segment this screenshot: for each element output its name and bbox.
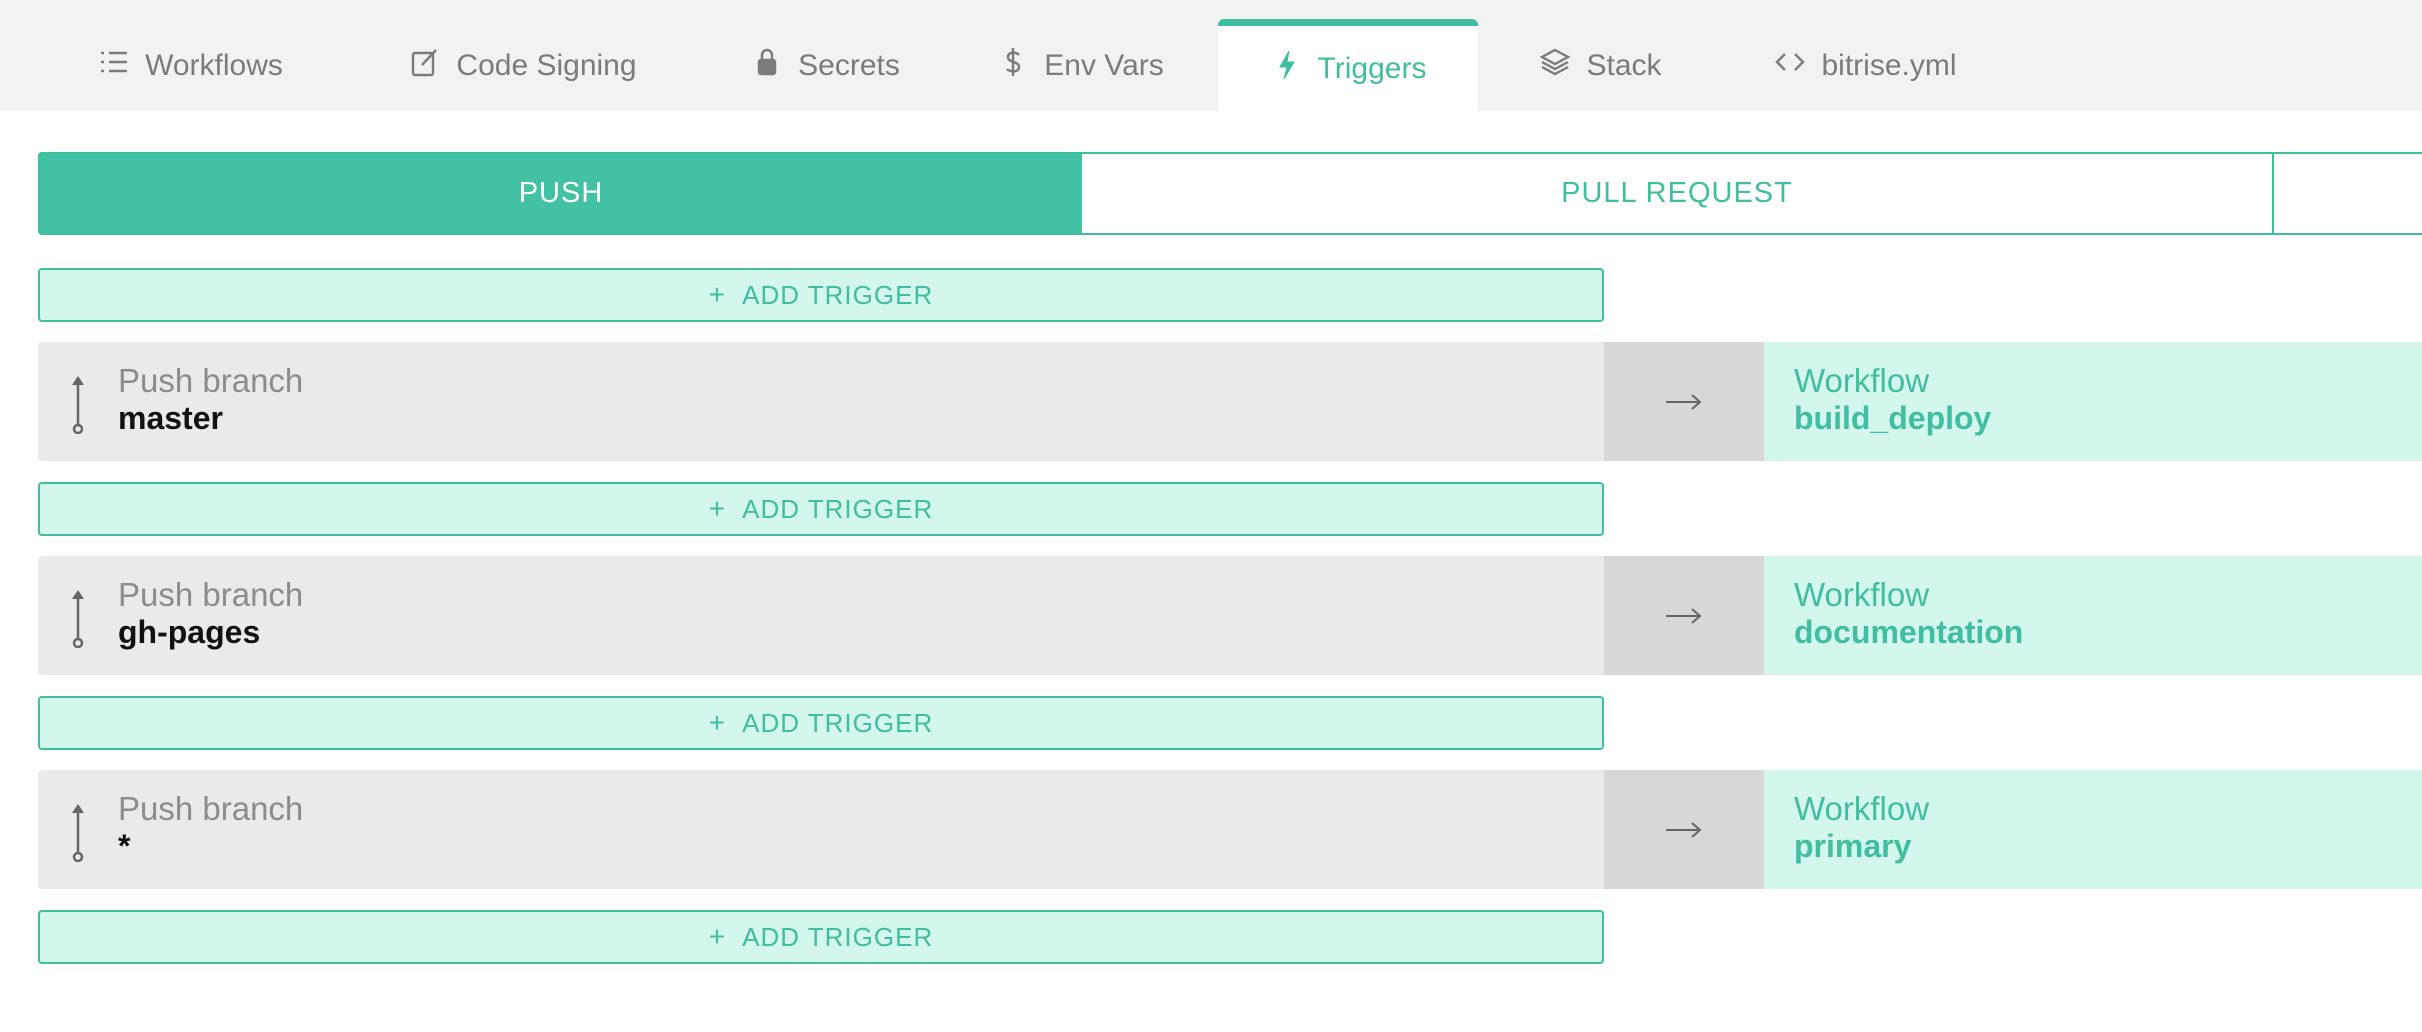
- add-trigger-label: ADD TRIGGER: [742, 493, 934, 524]
- add-trigger-label: ADD TRIGGER: [742, 921, 934, 952]
- plus-icon: +: [708, 707, 727, 738]
- arrow-cell: [1604, 556, 1764, 675]
- trigger-type-segmented-control: PUSH PULL REQUEST: [38, 152, 2422, 235]
- trigger-row: Push branch * Workflow primary: [38, 770, 2422, 889]
- arrow-cell: [1604, 342, 1764, 461]
- tab-label: Env Vars: [1044, 48, 1164, 82]
- plus-icon: +: [708, 921, 727, 952]
- tab-label: Secrets: [798, 48, 900, 82]
- tab-env-vars[interactable]: Env Vars: [990, 20, 1170, 111]
- lightning-icon: [1270, 48, 1304, 90]
- tab-triggers[interactable]: Triggers: [1218, 19, 1478, 111]
- trigger-target-workflow[interactable]: Workflow build_deploy: [1764, 342, 2422, 461]
- trigger-type-label: Push branch: [118, 576, 304, 613]
- code-icon: [1773, 45, 1807, 87]
- layers-icon: [1538, 45, 1572, 87]
- workflow-label: Workflow: [1794, 790, 1930, 827]
- add-trigger-label: ADD TRIGGER: [742, 279, 934, 310]
- workflow-name: documentation: [1794, 614, 2024, 650]
- branch-arrow-icon: [72, 804, 84, 862]
- tab-workflows[interactable]: Workflows: [70, 20, 310, 111]
- tab-label: Stack: [1586, 48, 1662, 82]
- tab-code-signing[interactable]: Code Signing: [385, 20, 660, 111]
- tab-label: Triggers: [1317, 51, 1427, 85]
- workflow-name: build_deploy: [1794, 400, 1992, 436]
- add-trigger-button[interactable]: + ADD TRIGGER: [38, 268, 1604, 322]
- branch-arrow-icon: [72, 590, 84, 648]
- add-trigger-button[interactable]: + ADD TRIGGER: [38, 482, 1604, 536]
- trigger-type-label: Push branch: [118, 790, 304, 827]
- workflow-name: primary: [1794, 828, 1912, 864]
- trigger-row: Push branch gh-pages Workflow documentat…: [38, 556, 2422, 675]
- trigger-source[interactable]: Push branch master: [38, 342, 1604, 461]
- tab-bitrise-yml[interactable]: bitrise.yml: [1760, 20, 1970, 111]
- tab-label: Code Signing: [456, 48, 637, 82]
- trigger-target-workflow[interactable]: Workflow primary: [1764, 770, 2422, 889]
- tab-label: Workflows: [145, 48, 283, 82]
- trigger-source[interactable]: Push branch gh-pages: [38, 556, 1604, 675]
- branch-arrow-icon: [72, 376, 84, 434]
- add-trigger-button[interactable]: + ADD TRIGGER: [38, 910, 1604, 964]
- arrow-right-icon: [1666, 821, 1702, 838]
- lock-icon: [750, 45, 784, 87]
- arrow-right-icon: [1666, 607, 1702, 624]
- plus-icon: +: [708, 279, 727, 310]
- list-icon: [97, 45, 131, 87]
- add-trigger-button[interactable]: + ADD TRIGGER: [38, 696, 1604, 750]
- edit-icon: [408, 45, 442, 87]
- dollar-icon: [996, 45, 1030, 87]
- tab-label: bitrise.yml: [1821, 48, 1957, 82]
- add-trigger-label: ADD TRIGGER: [742, 707, 934, 738]
- trigger-row: Push branch master Workflow build_deploy: [38, 342, 2422, 461]
- segment-extra[interactable]: [2274, 154, 2422, 233]
- segment-push[interactable]: PUSH: [40, 154, 1082, 233]
- branch-name: *: [118, 828, 131, 864]
- workflow-label: Workflow: [1794, 362, 1930, 399]
- top-tab-bar: Workflows Code Signing Secrets Env Vars …: [0, 0, 2422, 111]
- trigger-target-workflow[interactable]: Workflow documentation: [1764, 556, 2422, 675]
- tab-stack[interactable]: Stack: [1525, 20, 1675, 111]
- arrow-cell: [1604, 770, 1764, 889]
- trigger-type-label: Push branch: [118, 362, 304, 399]
- arrow-right-icon: [1666, 393, 1702, 410]
- branch-name: master: [118, 400, 223, 436]
- plus-icon: +: [708, 493, 727, 524]
- workflow-label: Workflow: [1794, 576, 1930, 613]
- trigger-source[interactable]: Push branch *: [38, 770, 1604, 889]
- tab-secrets[interactable]: Secrets: [740, 20, 910, 111]
- segment-pull-request[interactable]: PULL REQUEST: [1082, 154, 2274, 233]
- branch-name: gh-pages: [118, 614, 261, 650]
